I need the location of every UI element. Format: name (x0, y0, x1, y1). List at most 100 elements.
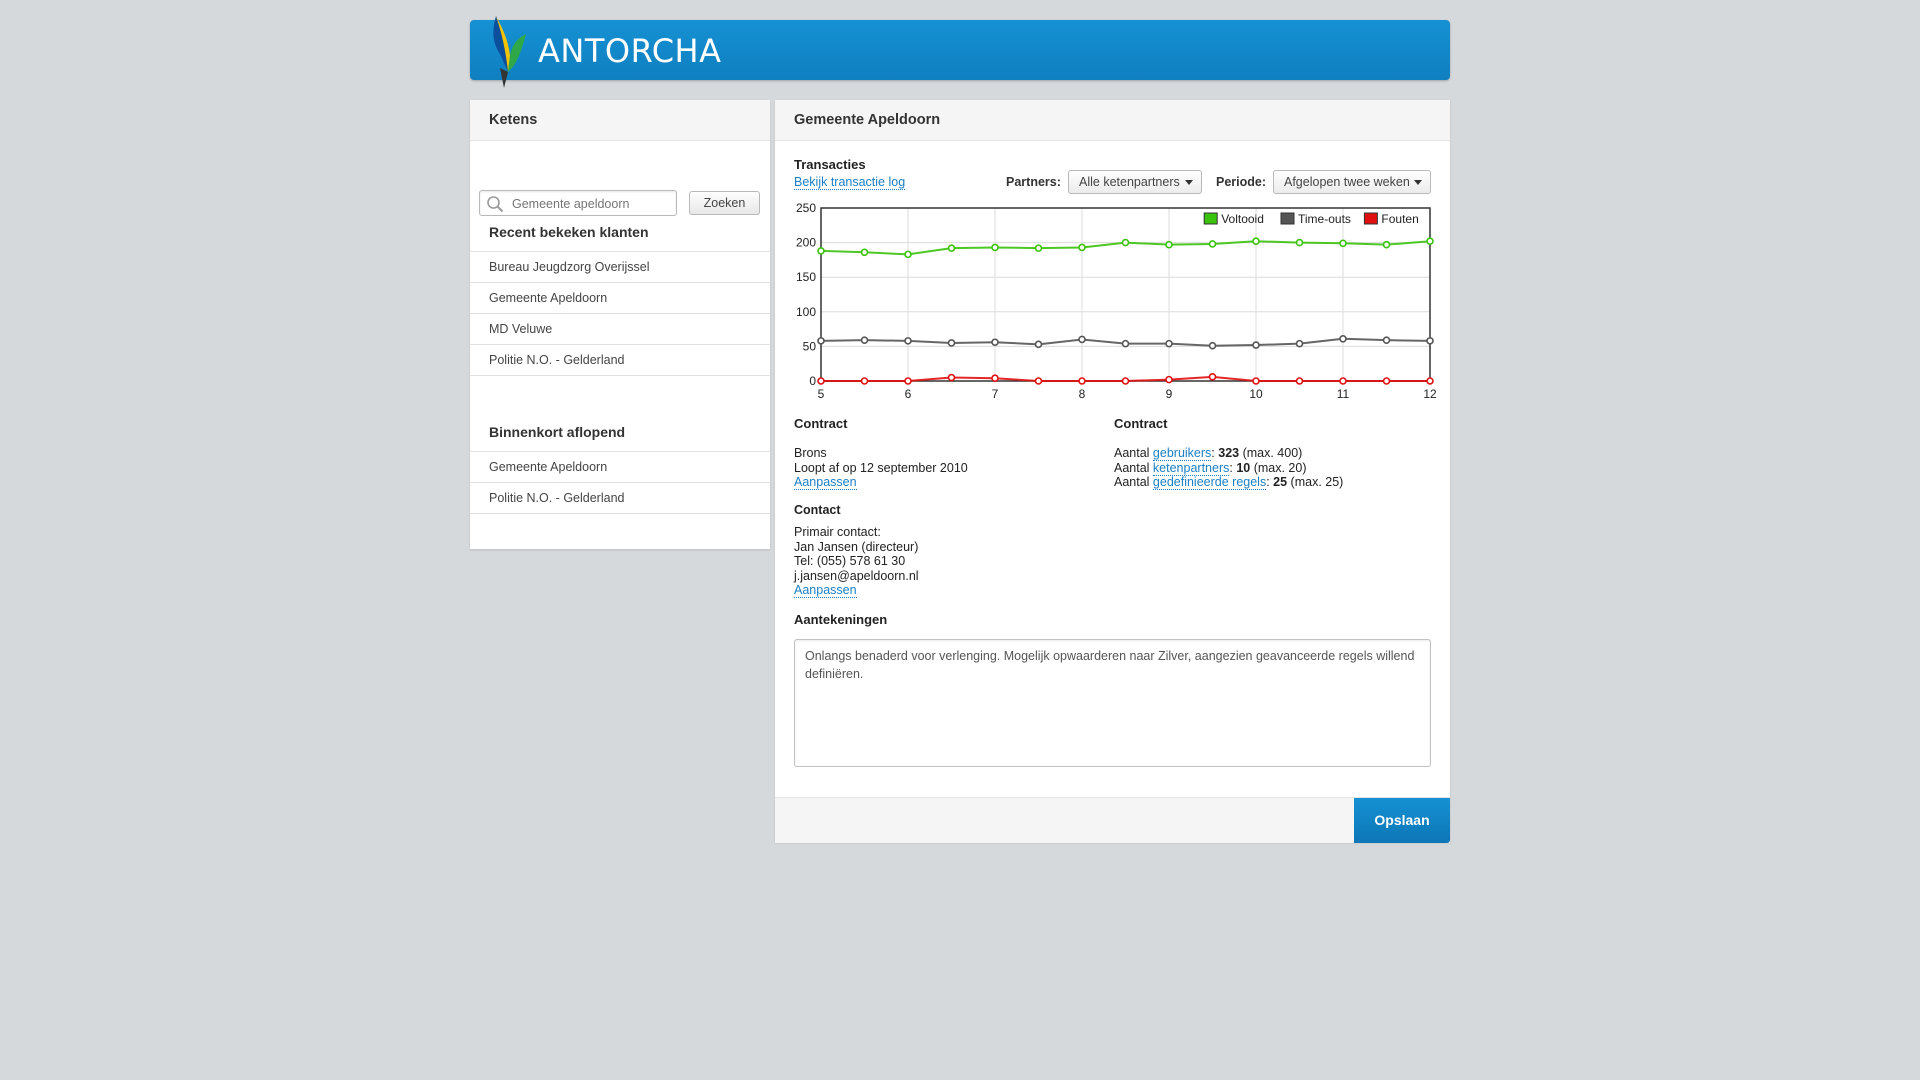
recent-clients-title: Recent bekeken klanten (489, 224, 649, 240)
contract-limit-row: Aantal gebruikers: 323 (max. 400) (1114, 446, 1302, 461)
y-tick-label: 150 (796, 270, 816, 284)
data-point (904, 377, 912, 385)
data-point (817, 337, 825, 345)
transactions-chart: 0 50 100 150 200 250 5 6 7 8 9 10 11 12 Fouten Time-out… (775, 198, 1450, 416)
data-point (1382, 336, 1391, 344)
data-point (817, 377, 825, 385)
data-point (1426, 237, 1434, 246)
chain-partners-link[interactable]: ketenpartners (1152, 460, 1230, 476)
data-point (1034, 377, 1043, 385)
y-tick-label: 250 (796, 201, 816, 215)
legend-swatch (1203, 212, 1218, 225)
legend-swatch (1280, 212, 1295, 225)
y-tick-label: 100 (796, 305, 816, 319)
data-point (1078, 377, 1086, 385)
notes-textarea[interactable]: Onlangs benaderd voor verlenging. Mogeli… (794, 639, 1431, 767)
data-point (1208, 341, 1217, 350)
legend-label: Time-outs (1298, 212, 1351, 226)
y-tick-label: 200 (796, 236, 816, 250)
data-point (1295, 339, 1304, 348)
users-max: (max. 400) (1239, 446, 1303, 460)
transactions-title: Transacties (794, 157, 866, 172)
sidebar-title: Ketens (470, 100, 770, 141)
data-point (1295, 377, 1304, 385)
data-point (817, 247, 825, 255)
data-point (904, 250, 912, 259)
partners-select[interactable]: Alle ketenpartners (1068, 170, 1202, 194)
y-tick-label: 0 (809, 374, 816, 388)
client-detail-panel: Gemeente Apeldoorn Transacties Bekijk tr… (775, 100, 1450, 843)
rules-count: 25 (1273, 475, 1288, 489)
data-point (1426, 377, 1434, 385)
data-point (947, 339, 956, 347)
data-point (1252, 237, 1260, 246)
data-point (991, 374, 999, 383)
save-button[interactable]: Opslaan (1354, 798, 1450, 843)
contract-limit-row: Aantal ketenpartners: 10 (max. 20) (1114, 460, 1306, 476)
partners-count: 10 (1236, 460, 1251, 475)
data-point (860, 336, 869, 344)
list-item[interactable]: Gemeente Apeldoorn (470, 451, 770, 482)
transactions-chart-svg: 0 50 100 150 200 250 5 6 7 8 9 10 11 12 Fouten Time-out… (796, 201, 1437, 401)
x-tick-label: 11 (1337, 387, 1350, 401)
partners-label: Partners: (1006, 175, 1061, 189)
rules-max: (max. 25) (1287, 475, 1344, 489)
list-item[interactable]: Bureau Jeugdzorg Overijssel (470, 251, 770, 282)
contract-edit-link[interactable]: Aanpassen (794, 475, 857, 490)
list-item[interactable]: Politie N.O. - Gelderland (470, 344, 770, 376)
data-point (1339, 377, 1347, 385)
search-icon (487, 196, 504, 213)
contact-edit-link[interactable]: Aanpassen (794, 583, 857, 598)
antorcha-logo-icon (493, 16, 526, 88)
period-select[interactable]: Afgelopen twee weken (1273, 170, 1431, 194)
data-point (1208, 373, 1217, 381)
transaction-log-link[interactable]: Bekijk transactie log (794, 175, 906, 190)
data-point (904, 337, 912, 345)
data-point (1121, 238, 1130, 247)
data-point (1295, 238, 1304, 247)
recent-clients-list: Bureau Jeugdzorg Overijssel Gemeente Ape… (470, 251, 770, 376)
data-point (1165, 240, 1173, 249)
contract-limits-title: Contract (1114, 416, 1168, 431)
data-point (1382, 377, 1391, 385)
x-tick-label: 6 (905, 387, 912, 401)
list-item[interactable]: MD Veluwe (470, 313, 770, 344)
period-label: Periode: (1216, 175, 1267, 189)
users-link[interactable]: gebruikers (1152, 446, 1212, 461)
data-point (1208, 240, 1217, 248)
data-point (1426, 337, 1434, 345)
data-point (1121, 377, 1130, 385)
x-tick-label: 7 (992, 387, 999, 401)
search-field[interactable] (479, 190, 677, 216)
data-point (1252, 377, 1260, 385)
app-header: ANTORCHA (470, 16, 1450, 88)
data-point (1252, 341, 1260, 349)
data-point (1339, 239, 1347, 248)
expiring-soon-title: Binnenkort aflopend (489, 424, 626, 440)
data-point (1078, 243, 1086, 252)
chevron-down-icon (1185, 180, 1193, 185)
y-tick-label: 50 (803, 339, 817, 353)
x-tick-label: 5 (818, 387, 825, 401)
search-button[interactable]: Zoeken (689, 191, 760, 215)
defined-rules-link[interactable]: gedefinieerde regels (1152, 475, 1267, 490)
data-point (1078, 335, 1086, 344)
legend-label: Fouten (1381, 212, 1418, 226)
contact-email: j.jansen@apeldoorn.nl (794, 568, 919, 583)
list-item[interactable]: Gemeente Apeldoorn (470, 282, 770, 313)
data-point (1165, 375, 1173, 384)
search-input[interactable] (510, 194, 674, 214)
page-title: Gemeente Apeldoorn (775, 100, 1450, 141)
expiring-soon-list: Gemeente Apeldoorn Politie N.O. - Gelder… (470, 451, 770, 514)
contract-expiry: Loopt af op 12 september 2010 (794, 460, 968, 475)
data-point (1382, 240, 1391, 249)
contract-limit-row: Aantal gedefinieerde regels: 25 (max. 25… (1114, 475, 1343, 490)
data-point (991, 243, 999, 252)
contract-title: Contract (794, 416, 848, 431)
row-prefix: Aantal (1114, 460, 1153, 475)
x-tick-label: 12 (1423, 387, 1437, 401)
contract-level: Brons (794, 446, 827, 460)
app-logo-text: ANTORCHA (538, 32, 722, 70)
list-item[interactable]: Politie N.O. - Gelderland (470, 482, 770, 514)
row-prefix: Aantal (1114, 446, 1153, 460)
